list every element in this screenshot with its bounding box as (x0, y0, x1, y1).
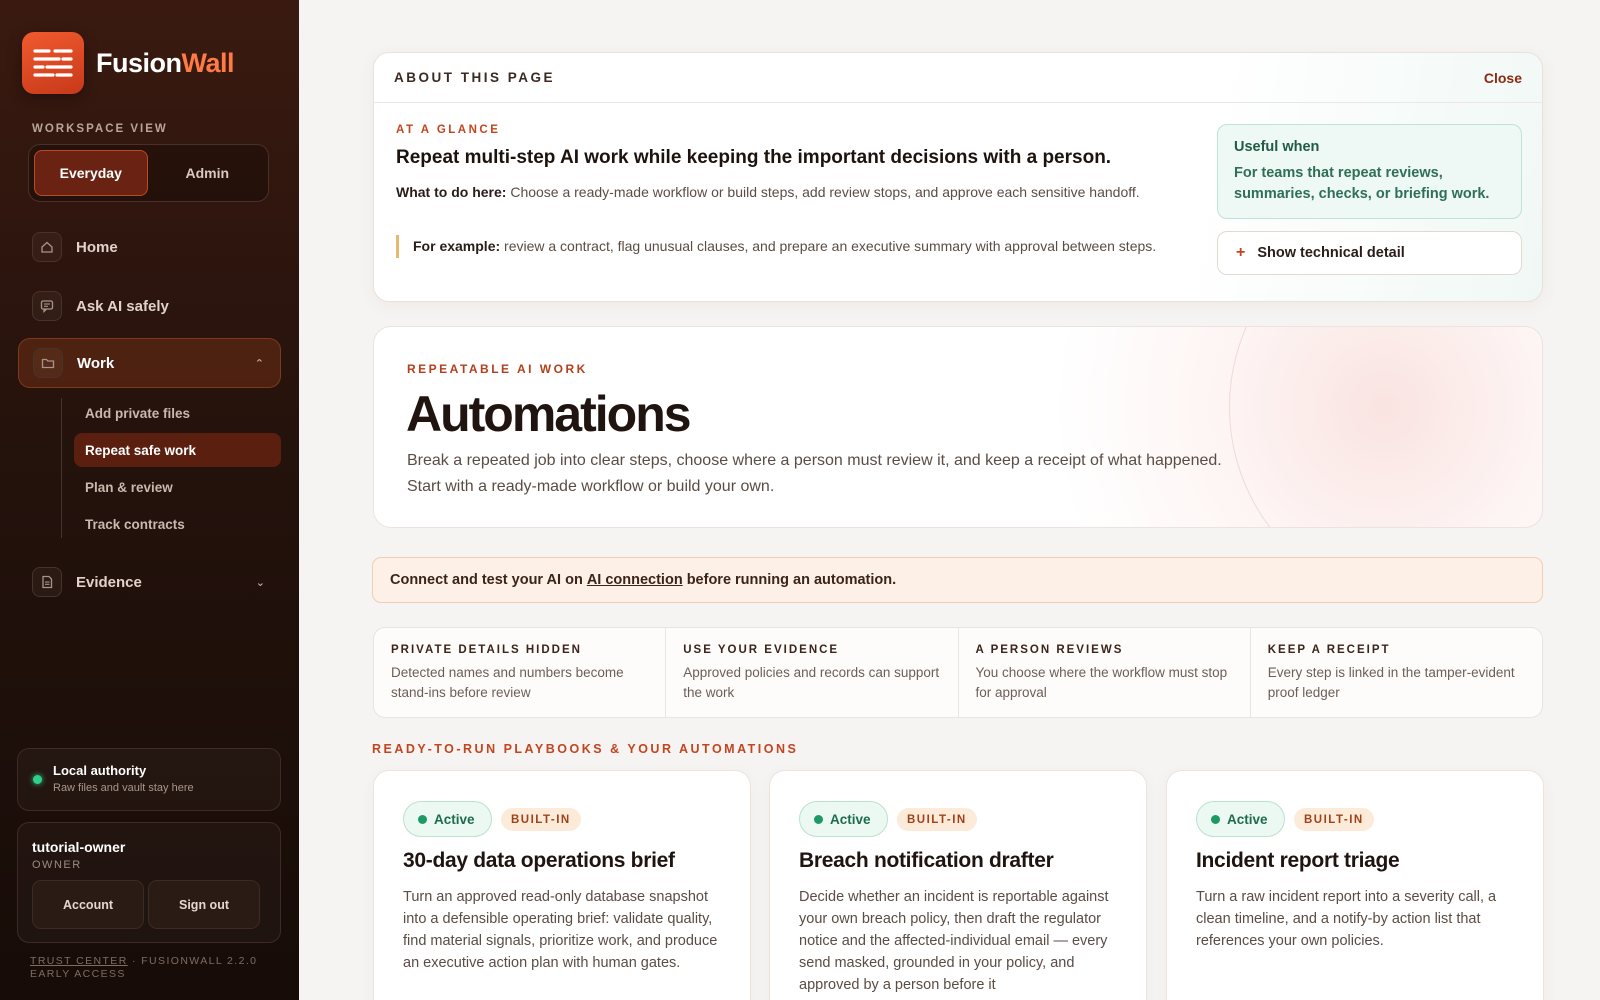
sidebar-item-label: Ask AI safely (76, 297, 169, 315)
brand-name: FusionWall (96, 47, 235, 78)
version-text: · FUSIONWALL 2.2.0 (132, 955, 258, 967)
local-authority-status: Local authority Raw files and vault stay… (17, 748, 281, 811)
ai-connection-notice: Connect and test your AI on AI connectio… (372, 557, 1543, 603)
sidebar-subitem-repeat-safe-work[interactable]: Repeat safe work (74, 433, 281, 467)
authority-title: Local authority (53, 763, 147, 778)
user-card: tutorial-owner OWNER Account Sign out (17, 822, 281, 943)
sidebar-item-work[interactable]: Work ⌃ (18, 338, 281, 388)
built-in-badge: BUILT-IN (1294, 808, 1374, 831)
technical-detail-label: Show technical detail (1257, 245, 1405, 261)
feature-private-details: PRIVATE DETAILS HIDDEN Detected names an… (374, 628, 667, 717)
subnav-divider (61, 398, 62, 538)
active-dot-icon (1211, 815, 1220, 824)
user-role: OWNER (32, 859, 82, 871)
card-description: Decide whether an incident is reportable… (799, 889, 1109, 993)
at-a-glance-label: AT A GLANCE (396, 124, 501, 136)
about-title: ABOUT THIS PAGE (394, 70, 556, 85)
sidebar-item-ask-ai[interactable]: Ask AI safely (18, 281, 281, 331)
playbook-card-incident-report-triage[interactable]: Active BUILT-IN Incident report triage T… (1166, 770, 1544, 1000)
document-icon (32, 567, 62, 597)
work-subnav: Add private files Repeat safe work Plan … (74, 396, 281, 544)
built-in-badge: BUILT-IN (501, 808, 581, 831)
hero-description: Break a repeated job into clear steps, c… (407, 452, 1222, 495)
at-a-glance-title: Repeat multi-step AI work while keeping … (396, 147, 1112, 168)
useful-when-title: Useful when (1234, 139, 1320, 155)
sidebar: FusionWall WORKSPACE VIEW Everyday Admin… (0, 0, 299, 1000)
sidebar-subitem-add-private-files[interactable]: Add private files (74, 396, 281, 430)
sidebar-subitem-track-contracts[interactable]: Track contracts (74, 507, 281, 541)
card-description: Turn an approved read-only database snap… (403, 889, 718, 971)
stage-text: EARLY ACCESS (30, 968, 126, 980)
useful-when-text: For teams that repeat reviews, summaries… (1234, 165, 1490, 202)
card-title: Breach notification drafter (799, 849, 1054, 872)
sign-out-button[interactable]: Sign out (148, 880, 260, 929)
active-dot-icon (418, 815, 427, 824)
authority-subtitle: Raw files and vault stay here (53, 782, 194, 794)
sidebar-item-label: Home (76, 238, 118, 256)
sidebar-item-evidence[interactable]: Evidence ⌄ (18, 557, 281, 607)
feature-strip: PRIVATE DETAILS HIDDEN Detected names an… (373, 627, 1543, 718)
status-badge: Active (799, 801, 888, 837)
hero-label: REPEATABLE AI WORK (407, 362, 588, 376)
hero-panel: REPEATABLE AI WORK Automations Break a r… (373, 326, 1543, 528)
status-dot-icon (33, 775, 42, 784)
what-to-do-text: What to do here: Choose a ready-made wor… (396, 184, 1140, 200)
trust-center-link[interactable]: TRUST CENTER (30, 955, 128, 967)
status-badge: Active (403, 801, 492, 837)
sidebar-item-label: Work (77, 354, 115, 372)
feature-keep-receipt: KEEP A RECEIPT Every step is linked in t… (1267, 644, 1515, 700)
workspace-everyday-button[interactable]: Everyday (34, 150, 148, 196)
plus-icon: + (1236, 244, 1246, 261)
workspace-view-toggle: Everyday Admin (28, 144, 269, 202)
chat-icon (32, 291, 62, 321)
brand[interactable]: FusionWall (22, 32, 235, 94)
chevron-up-icon: ⌃ (254, 357, 264, 370)
sidebar-item-home[interactable]: Home (18, 222, 281, 272)
example-text: For example: review a contract, flag unu… (396, 235, 1186, 258)
home-icon (32, 232, 62, 262)
workspace-view-label: WORKSPACE VIEW (32, 123, 168, 135)
user-name: tutorial-owner (32, 839, 126, 855)
built-in-badge: BUILT-IN (897, 808, 977, 831)
chevron-down-icon: ⌄ (255, 576, 265, 589)
about-this-page-panel: ABOUT THIS PAGE Close AT A GLANCE Repeat… (373, 52, 1543, 302)
feature-use-evidence: USE YOUR EVIDENCE Approved policies and … (666, 628, 959, 717)
page-title: Automations (406, 386, 692, 442)
card-title: 30-day data operations brief (403, 849, 675, 872)
playbook-card-data-operations-brief[interactable]: Active BUILT-IN 30-day data operations b… (373, 770, 751, 1000)
card-title: Incident report triage (1196, 849, 1400, 872)
fusionwall-logo-icon (22, 32, 84, 94)
active-dot-icon (814, 815, 823, 824)
account-button[interactable]: Account (32, 880, 144, 929)
about-header: ABOUT THIS PAGE Close (374, 53, 1542, 103)
footer-meta: TRUST CENTER · FUSIONWALL 2.2.0 EARLY AC… (30, 955, 257, 981)
about-close-button[interactable]: Close (1484, 70, 1522, 86)
playbook-card-breach-notification-drafter[interactable]: Active BUILT-IN Breach notification draf… (769, 770, 1147, 1000)
folder-icon (33, 348, 63, 378)
sidebar-subitem-plan-review[interactable]: Plan & review (74, 470, 281, 504)
ai-connection-link[interactable]: AI connection (587, 572, 683, 588)
sidebar-item-label: Evidence (76, 573, 142, 591)
show-technical-detail-button[interactable]: + Show technical detail (1217, 231, 1522, 275)
feature-person-reviews: A PERSON REVIEWS You choose where the wo… (959, 628, 1251, 717)
useful-when-box: Useful when For teams that repeat review… (1217, 124, 1522, 219)
workspace-admin-button[interactable]: Admin (152, 150, 264, 196)
playbooks-section-title: READY-TO-RUN PLAYBOOKS & YOUR AUTOMATION… (372, 742, 799, 756)
card-description: Turn a raw incident report into a severi… (1196, 889, 1497, 949)
status-badge: Active (1196, 801, 1285, 837)
